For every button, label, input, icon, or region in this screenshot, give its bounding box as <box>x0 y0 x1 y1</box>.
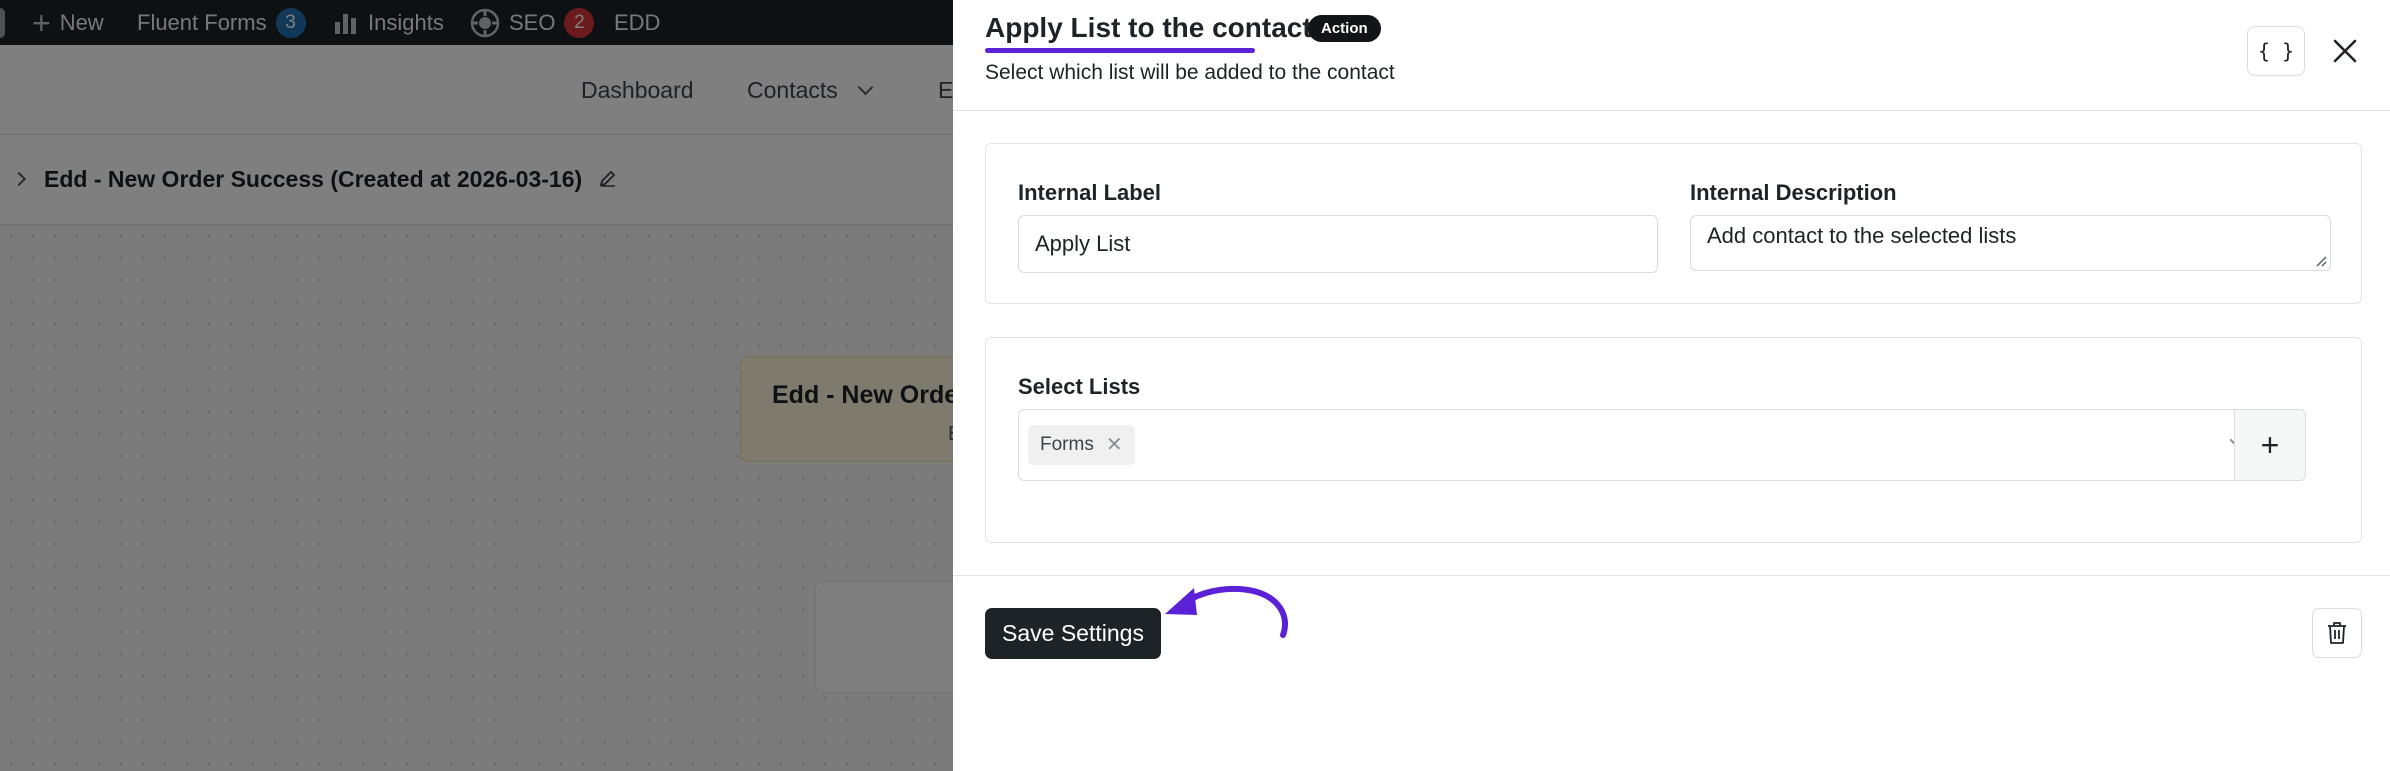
select-lists-label: Select Lists <box>1018 374 1141 399</box>
internal-label-input[interactable]: Apply List <box>1018 215 1658 273</box>
remove-chip-icon[interactable]: ✕ <box>1106 435 1123 455</box>
code-view-button[interactable]: { } <box>2247 26 2305 76</box>
drawer-header: Apply List to the contact Action Select … <box>953 0 2390 111</box>
trash-icon <box>2328 622 2346 644</box>
action-tag: Action <box>1308 15 1381 42</box>
selected-list-chip-label: Forms <box>1040 434 1094 455</box>
save-settings-button[interactable]: Save Settings <box>985 608 1161 659</box>
add-list-button[interactable]: + <box>2234 409 2306 481</box>
internal-label-label: Internal Label <box>1018 180 1162 205</box>
selected-list-chip: Forms ✕ <box>1028 425 1135 465</box>
internal-description-textarea[interactable]: Add contact to the selected lists <box>1690 215 2331 271</box>
internal-info-section: Internal Label Apply List Internal Descr… <box>985 143 2362 304</box>
resize-grip-icon[interactable] <box>2315 255 2327 267</box>
internal-description-value: Add contact to the selected lists <box>1707 223 2017 248</box>
lists-multiselect[interactable]: Forms ✕ <box>1018 409 2266 481</box>
action-settings-drawer: Apply List to the contact Action Select … <box>953 0 2390 771</box>
annotation-arrow <box>1165 585 1288 638</box>
drawer-description: Select which list will be added to the c… <box>985 61 1395 84</box>
title-underline-annotation <box>985 48 1255 53</box>
close-button[interactable] <box>2325 31 2365 71</box>
close-icon <box>2333 39 2357 63</box>
drawer-title: Apply List to the contact <box>985 12 1312 43</box>
internal-description-label: Internal Description <box>1690 180 1897 205</box>
select-lists-section: Select Lists Forms ✕ + <box>985 337 2362 543</box>
delete-button[interactable] <box>2312 608 2362 658</box>
